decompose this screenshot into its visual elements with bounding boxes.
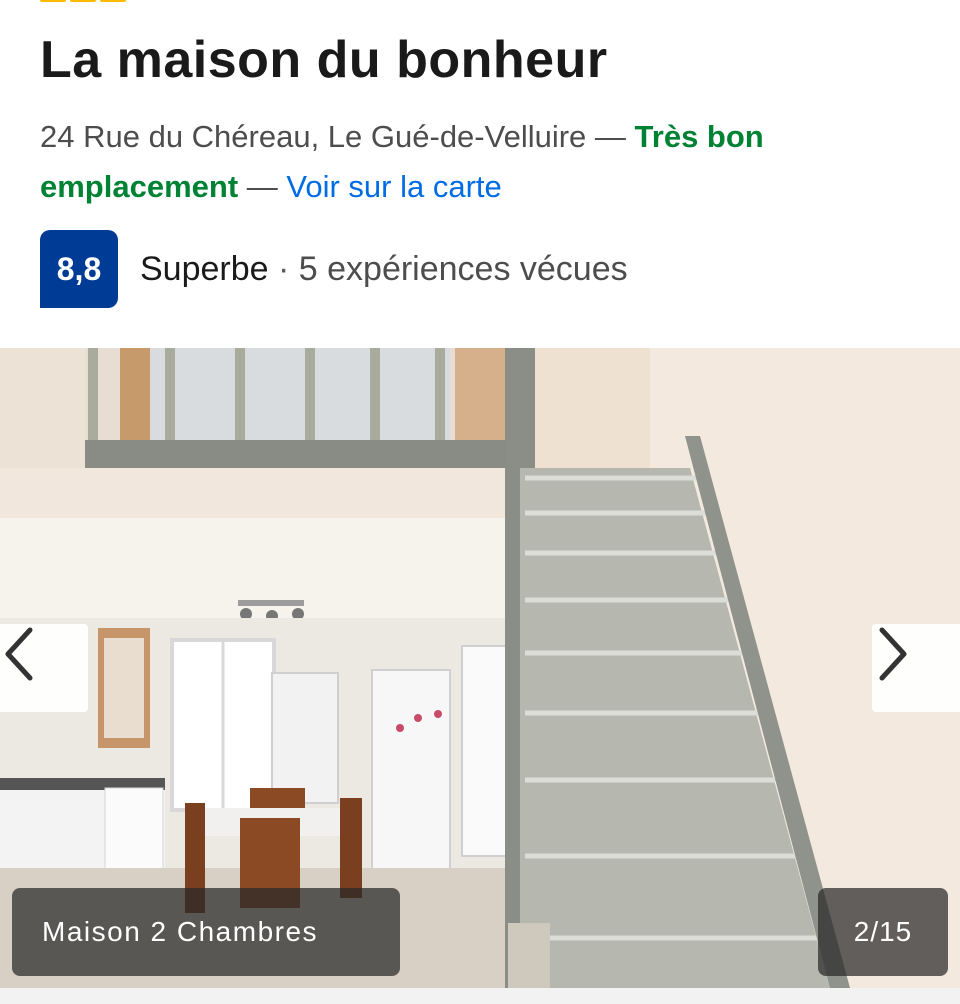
- review-count[interactable]: 5 expériences vécues: [299, 250, 628, 288]
- property-title: La maison du bonheur: [40, 31, 608, 89]
- review-score-label: Superbe: [140, 249, 269, 288]
- address-separator: —: [238, 169, 287, 204]
- review-separator: ·: [268, 249, 299, 288]
- star-rating: [40, 0, 126, 2]
- address-text: 24 Rue du Chéreau, Le Gué-de-Velluire: [40, 119, 587, 154]
- review-score-badge: 8,8: [40, 230, 118, 308]
- photo-gallery[interactable]: Maison 2 Chambres 2/15: [0, 348, 960, 988]
- gallery-previous-button[interactable]: [0, 624, 88, 712]
- review-summary: Superbe · 5 expériences vécues: [140, 250, 628, 289]
- review-score-row[interactable]: 8,8 Superbe · 5 expériences vécues: [40, 230, 628, 308]
- view-on-map-link[interactable]: Voir sur la carte: [286, 169, 501, 204]
- chevron-right-icon: [879, 627, 907, 681]
- star-icon: [70, 0, 96, 2]
- chevron-left-icon: [5, 627, 33, 681]
- gallery-next-button[interactable]: [872, 624, 960, 712]
- section-divider: [0, 988, 960, 1004]
- star-icon: [100, 0, 126, 2]
- photo-counter: 2/15: [818, 888, 948, 976]
- star-icon: [40, 0, 66, 2]
- address-separator: —: [586, 119, 635, 154]
- photo-caption: Maison 2 Chambres: [12, 888, 400, 976]
- property-address-line: 24 Rue du Chéreau, Le Gué-de-Velluire — …: [40, 112, 920, 212]
